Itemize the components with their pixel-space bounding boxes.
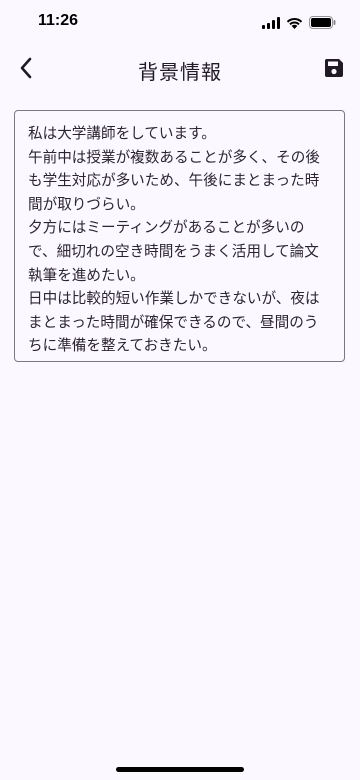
cellular-signal-icon — [262, 14, 280, 33]
background-info-textarea[interactable]: 私は大学講師をしています。 午前中は授業が複数あることが多く、その後も学生対応が… — [14, 110, 345, 362]
status-icons — [262, 14, 336, 33]
save-button[interactable] — [318, 54, 350, 86]
status-time: 11:26 — [38, 12, 79, 29]
floppy-disk-save-icon — [325, 59, 343, 81]
wifi-icon — [286, 14, 303, 33]
screen: 11:26 背景情報 私は大学講師をしています。 午前中は授業が複数あることが多… — [0, 0, 360, 780]
page-title: 背景情報 — [138, 60, 222, 84]
status-bar: 11:26 — [0, 0, 360, 46]
battery-icon — [309, 14, 336, 33]
app-bar: 背景情報 — [0, 46, 360, 94]
home-indicator — [116, 767, 244, 772]
